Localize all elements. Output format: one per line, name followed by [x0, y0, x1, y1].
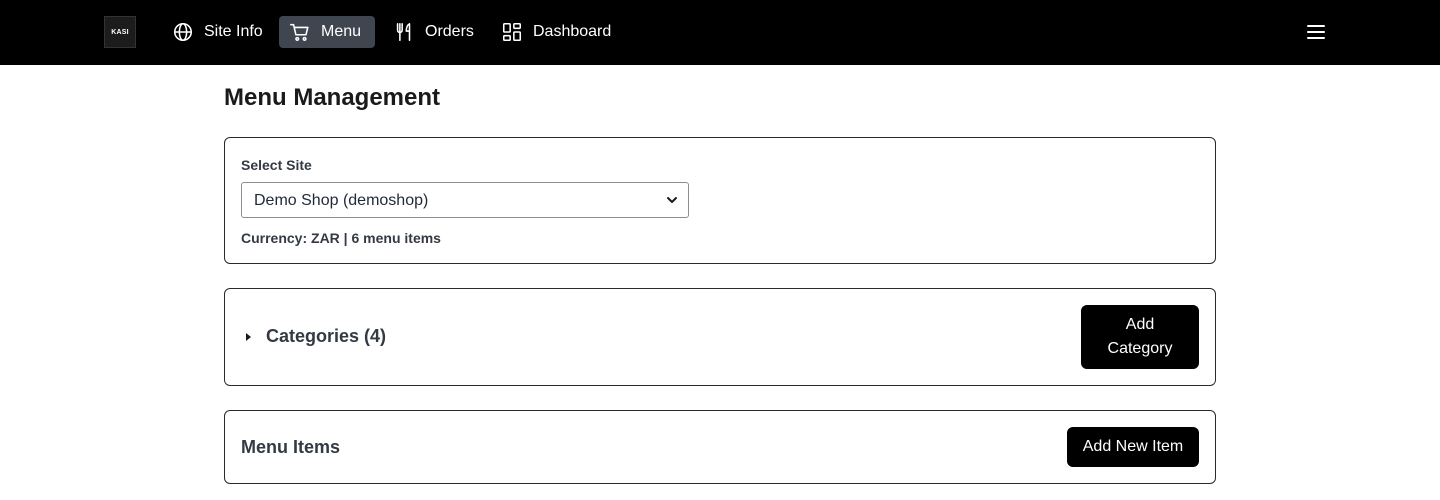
- nav-item-site-info[interactable]: Site Info: [168, 16, 267, 48]
- menu-items-card: Menu Items Add New Item: [224, 410, 1216, 484]
- nav-label-dashboard: Dashboard: [533, 23, 612, 40]
- globe-icon: [173, 22, 193, 42]
- utensils-icon: [396, 22, 411, 42]
- nav-item-dashboard[interactable]: Dashboard: [497, 16, 615, 48]
- site-currency-info: Currency: ZAR | 6 menu items: [241, 230, 441, 246]
- hamburger-icon: [1307, 25, 1325, 39]
- categories-card: Categories (4) Add Category: [224, 288, 1216, 386]
- top-navigation-bar: KASI Site Info Menu Orders Dashboard: [0, 0, 1440, 65]
- cart-icon: [290, 23, 309, 41]
- logo-text: KASI: [111, 28, 129, 36]
- select-site-label: Select Site: [241, 157, 312, 173]
- nav-item-orders[interactable]: Orders: [389, 16, 478, 48]
- dashboard-icon: [502, 22, 522, 42]
- nav-label-menu: Menu: [321, 23, 362, 40]
- hamburger-menu-button[interactable]: [1304, 20, 1328, 44]
- site-select[interactable]: Demo Shop (demoshop): [241, 182, 689, 218]
- nav-label-orders: Orders: [425, 23, 474, 40]
- site-logo[interactable]: KASI: [104, 16, 136, 48]
- site-selection-card: Select Site Demo Shop (demoshop) Currenc…: [224, 137, 1216, 264]
- nav-label-site-info: Site Info: [204, 23, 263, 40]
- add-category-button[interactable]: Add Category: [1081, 305, 1199, 369]
- add-new-item-button[interactable]: Add New Item: [1067, 427, 1199, 467]
- nav-item-menu[interactable]: Menu: [279, 16, 375, 48]
- categories-toggle[interactable]: Categories (4): [241, 326, 386, 347]
- disclosure-triangle-icon: [246, 332, 251, 341]
- categories-title: Categories (4): [266, 326, 387, 346]
- menu-items-title: Menu Items: [241, 437, 341, 457]
- page-title: Menu Management: [224, 84, 441, 111]
